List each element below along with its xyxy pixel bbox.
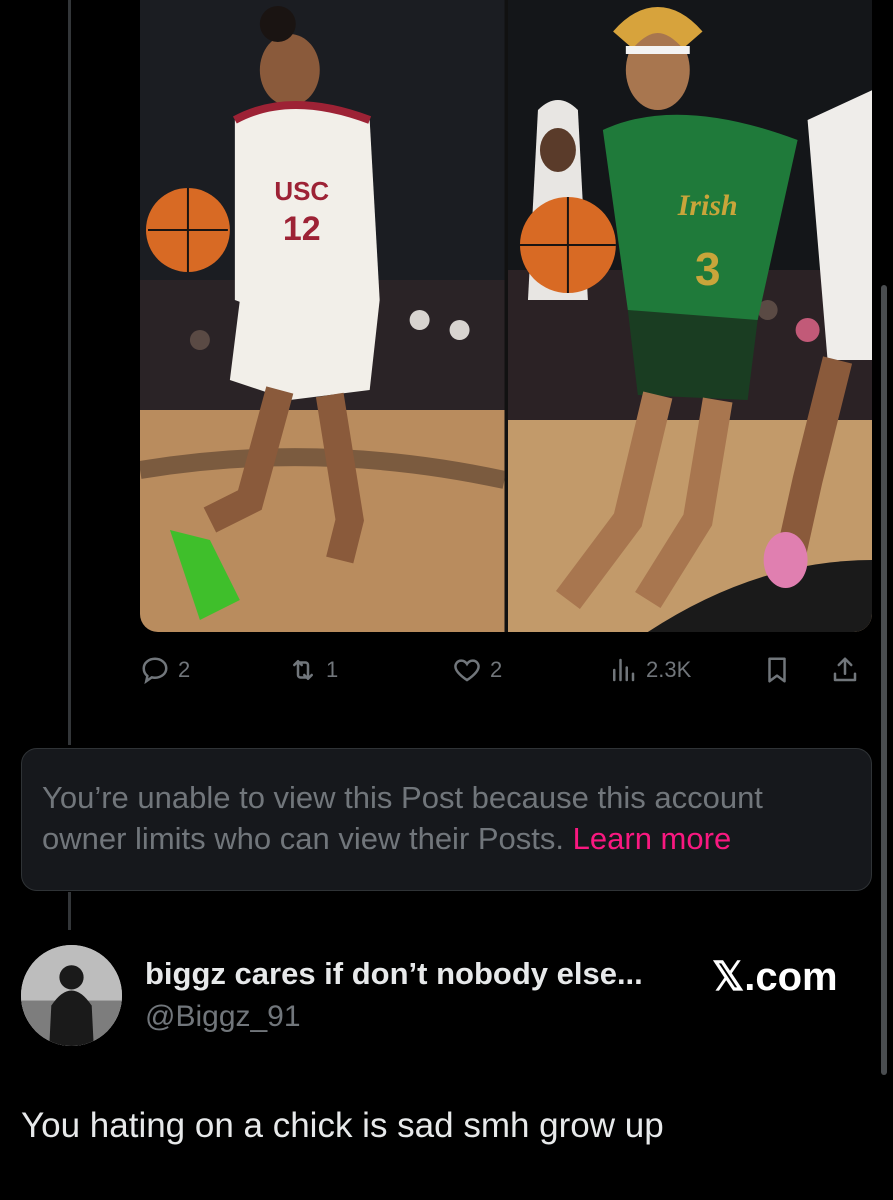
repost-count: 1 (326, 657, 339, 682)
jersey-text: Irish (676, 189, 737, 222)
reply-button[interactable]: 2 (140, 648, 190, 692)
share-icon (833, 657, 857, 682)
post-media: USC 12 Irish 3 (140, 0, 872, 632)
views-button[interactable]: 2.3K (608, 648, 691, 692)
photo-usc-player[interactable]: USC 12 (140, 0, 505, 632)
display-name[interactable]: biggz cares if don’t nobody else... (145, 956, 643, 992)
photo-irish-player[interactable]: Irish 3 (507, 0, 872, 632)
repost-icon (293, 660, 313, 680)
jersey-number: 3 (694, 243, 720, 295)
x-logo: 𝕏.com (712, 955, 838, 999)
user-handle[interactable]: @Biggz_91 (145, 1000, 301, 1034)
restricted-post-notice: You’re unable to view this Post because … (21, 748, 872, 891)
post-action-bar: 2 1 2 2.3K (140, 648, 872, 692)
avatar[interactable] (21, 945, 122, 1046)
repost-button[interactable]: 1 (288, 648, 338, 692)
share-button[interactable] (830, 648, 860, 692)
views-count: 2.3K (646, 657, 692, 682)
heart-icon (454, 659, 480, 682)
like-button[interactable]: 2 (452, 648, 502, 692)
thread-line (68, 892, 71, 930)
reply-icon (142, 657, 168, 685)
jersey-number: 12 (283, 210, 321, 248)
views-chart-icon (613, 658, 635, 682)
scrollbar[interactable] (881, 285, 887, 1075)
thread-line (68, 0, 71, 745)
bookmark-icon (768, 657, 786, 683)
reply-text: You hating on a chick is sad smh grow up (21, 1106, 664, 1145)
like-count: 2 (490, 657, 503, 682)
learn-more-link[interactable]: Learn more (573, 821, 732, 856)
reply-count: 2 (178, 657, 191, 682)
bookmark-button[interactable] (762, 648, 792, 692)
jersey-text: USC (274, 176, 329, 206)
